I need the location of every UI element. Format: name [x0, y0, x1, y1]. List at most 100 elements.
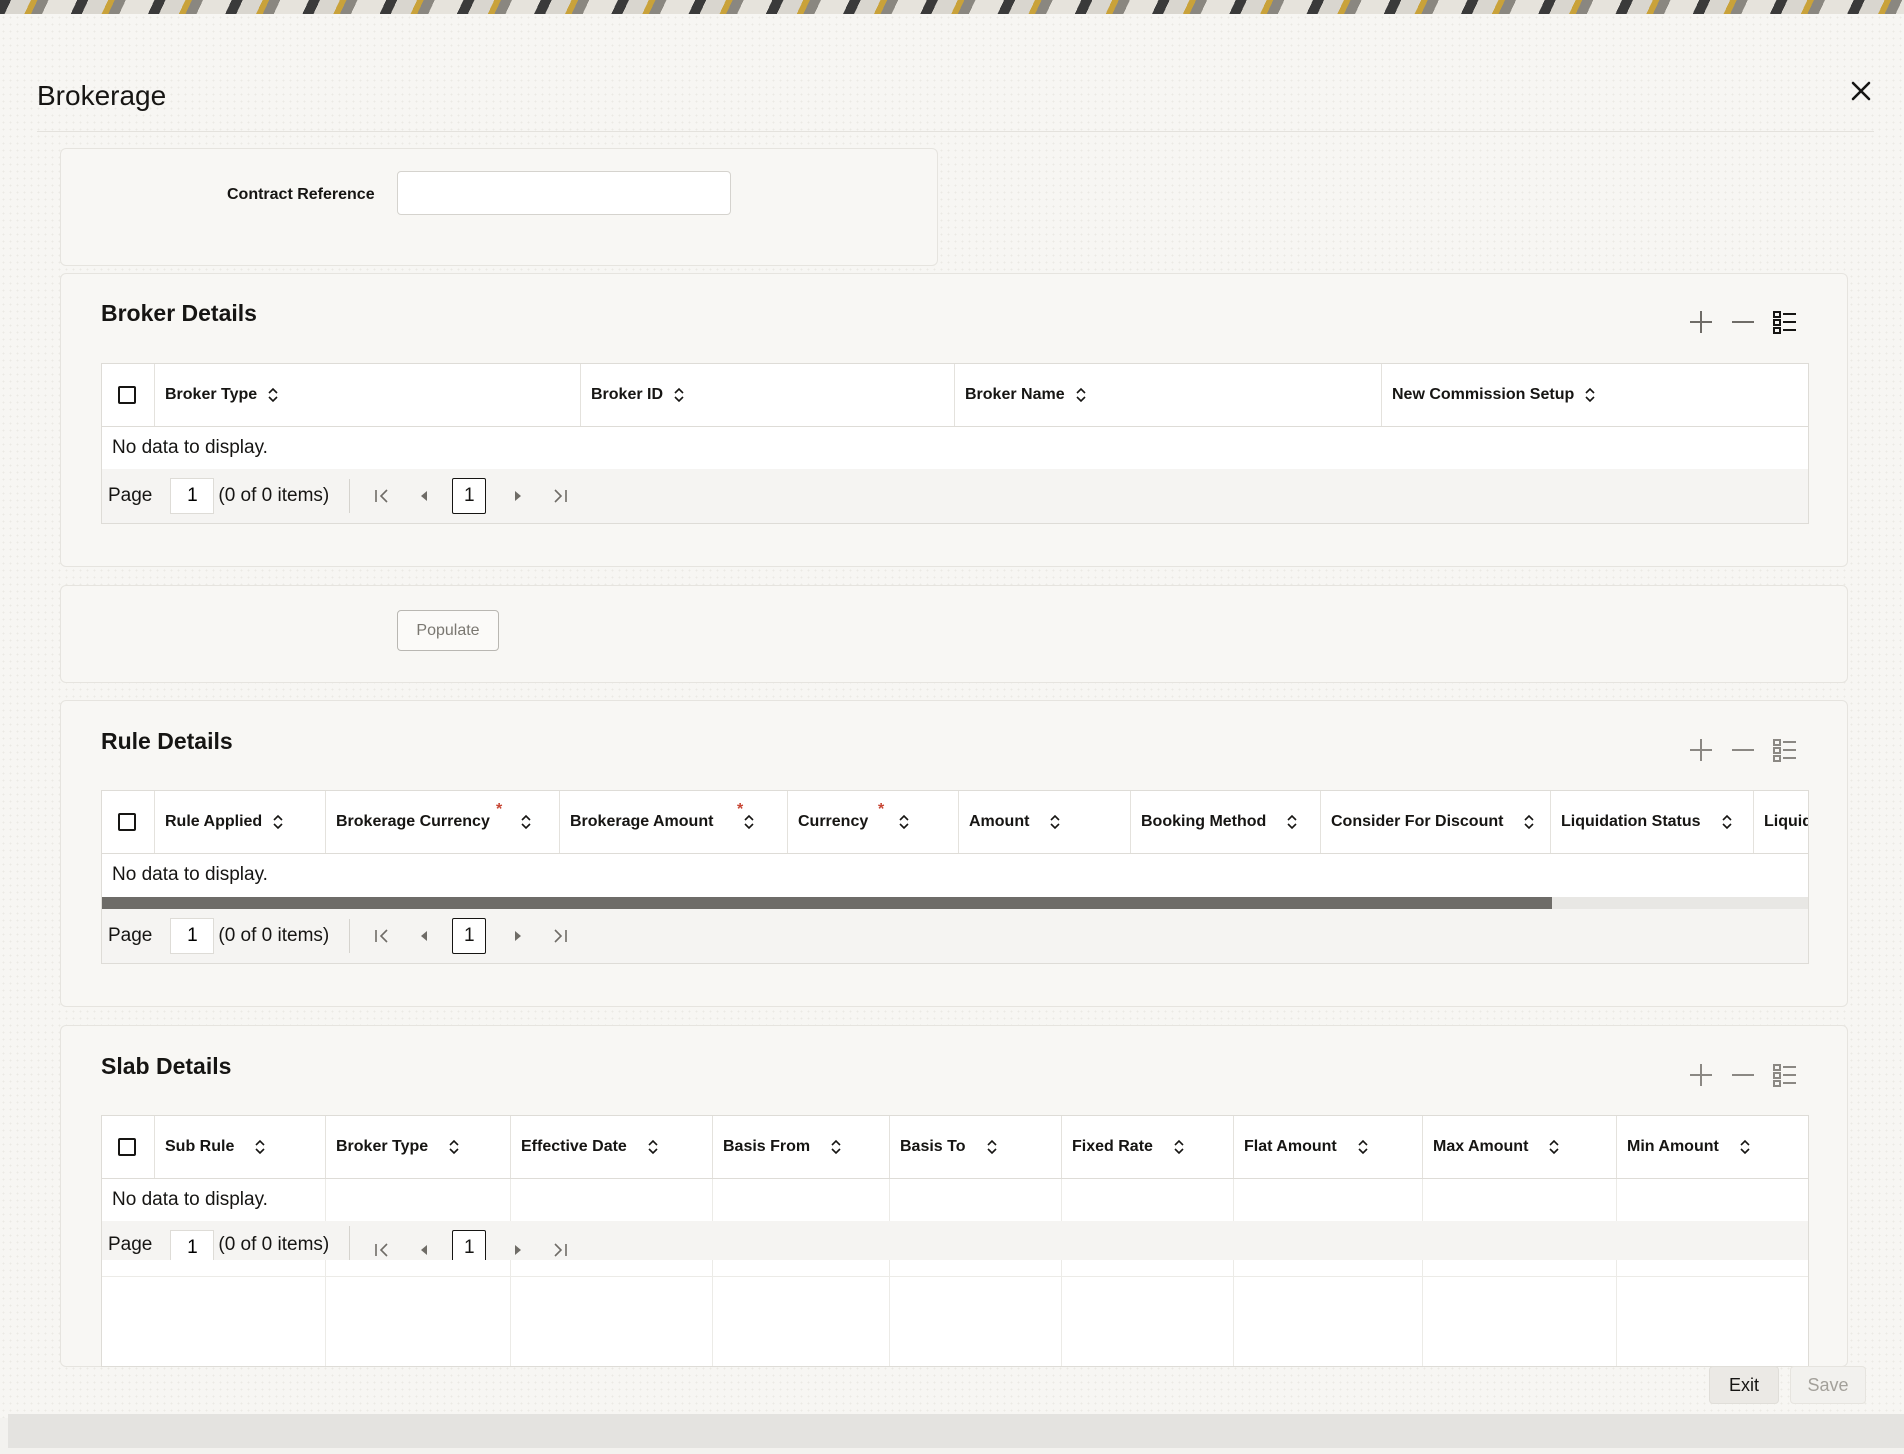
select-all-checkbox[interactable] — [118, 1138, 136, 1156]
sort-icon[interactable] — [1721, 813, 1733, 831]
save-button[interactable]: Save — [1790, 1366, 1866, 1404]
column-label: Rule Applied — [165, 813, 263, 830]
sort-icon[interactable] — [986, 1138, 998, 1156]
current-page[interactable]: 1 — [452, 918, 487, 954]
empty-message: No data to display. — [112, 437, 268, 458]
broker-details-table: Broker Type Broker ID Broker Name New Co… — [101, 363, 1809, 524]
first-page-icon[interactable] — [372, 1240, 392, 1260]
column-header-max-amount[interactable]: Max Amount — [1422, 1116, 1616, 1178]
column-header-broker-name[interactable]: Broker Name — [954, 364, 1381, 426]
column-header-broker-type[interactable]: Broker Type — [154, 364, 580, 426]
previous-page-icon[interactable] — [414, 486, 434, 506]
previous-page-icon[interactable] — [414, 926, 434, 946]
last-page-icon[interactable] — [550, 926, 570, 946]
sort-icon[interactable] — [254, 1138, 266, 1156]
sort-icon[interactable] — [520, 813, 532, 831]
column-label: Liquidation Status — [1561, 813, 1701, 830]
add-row-icon[interactable] — [1686, 1060, 1716, 1090]
sort-icon[interactable] — [1548, 1138, 1560, 1156]
scrollbar-thumb[interactable] — [102, 897, 1553, 909]
exit-button[interactable]: Exit — [1709, 1366, 1779, 1404]
sort-icon[interactable] — [267, 386, 279, 404]
slab-details-title: Slab Details — [101, 1053, 232, 1079]
sort-icon[interactable] — [673, 386, 685, 404]
add-row-icon[interactable] — [1686, 307, 1716, 337]
page-label: Page — [108, 1234, 153, 1255]
first-page-icon[interactable] — [372, 926, 392, 946]
current-page[interactable]: 1 — [452, 1230, 487, 1260]
column-header-basis-to[interactable]: Basis To — [889, 1116, 1061, 1178]
select-all-checkbox[interactable] — [118, 386, 136, 404]
populate-card — [60, 585, 1848, 683]
column-header-basis-from[interactable]: Basis From — [712, 1116, 889, 1178]
last-page-icon[interactable] — [550, 486, 570, 506]
column-label: Currency — [798, 813, 869, 830]
column-header-rule-applied[interactable]: Rule Applied — [154, 791, 325, 853]
next-page-icon[interactable] — [508, 926, 528, 946]
page-number-input[interactable] — [170, 918, 215, 954]
close-icon[interactable] — [1848, 80, 1874, 106]
column-header-broker-id[interactable]: Broker ID — [580, 364, 954, 426]
page-label: Page — [108, 925, 153, 946]
contract-reference-label: Contract Reference — [227, 186, 375, 203]
select-all-checkbox[interactable] — [118, 813, 136, 831]
delete-row-icon[interactable] — [1728, 735, 1758, 765]
table-header: Rule Applied Brokerage Currency * Broker… — [102, 791, 1808, 854]
sort-icon[interactable] — [1286, 813, 1298, 831]
column-header-amount[interactable]: Amount — [958, 791, 1130, 853]
first-page-icon[interactable] — [372, 486, 392, 506]
horizontal-scrollbar[interactable] — [102, 897, 1808, 909]
current-page[interactable]: 1 — [452, 478, 487, 514]
sort-icon[interactable] — [272, 813, 284, 831]
column-header-liquidation-status[interactable]: Liquidation Status — [1550, 791, 1753, 853]
single-record-view-icon[interactable] — [1770, 735, 1800, 765]
items-count: (0 of 0 items) — [218, 1234, 330, 1255]
column-label: Min Amount — [1627, 1138, 1719, 1155]
contract-reference-input[interactable] — [397, 171, 731, 215]
sort-icon[interactable] — [1584, 386, 1596, 404]
sort-icon[interactable] — [448, 1138, 460, 1156]
sort-icon[interactable] — [1739, 1138, 1751, 1156]
column-header-fixed-rate[interactable]: Fixed Rate — [1061, 1116, 1233, 1178]
next-page-icon[interactable] — [508, 486, 528, 506]
column-header-flat-amount[interactable]: Flat Amount — [1233, 1116, 1422, 1178]
column-header-sub-rule[interactable]: Sub Rule — [154, 1116, 325, 1178]
sort-icon[interactable] — [1075, 386, 1087, 404]
sort-icon[interactable] — [1523, 813, 1535, 831]
sort-icon[interactable] — [743, 813, 755, 831]
column-label: Basis To — [900, 1138, 966, 1155]
column-header-booking-method[interactable]: Booking Method — [1130, 791, 1320, 853]
next-page-icon[interactable] — [508, 1240, 528, 1260]
column-header-new-commission-setup[interactable]: New Commission Setup — [1381, 364, 1808, 426]
delete-row-icon[interactable] — [1728, 307, 1758, 337]
column-label: Amount — [969, 813, 1030, 830]
single-record-view-icon[interactable] — [1770, 307, 1800, 337]
sort-icon[interactable] — [1357, 1138, 1369, 1156]
column-header-brokerage-currency[interactable]: Brokerage Currency * — [325, 791, 559, 853]
add-row-icon[interactable] — [1686, 735, 1716, 765]
column-header-consider-for-discount[interactable]: Consider For Discount — [1320, 791, 1550, 853]
column-header-brokerage-amount[interactable]: Brokerage Amount * — [559, 791, 787, 853]
column-header-broker-type[interactable]: Broker Type — [325, 1116, 510, 1178]
sort-icon[interactable] — [1173, 1138, 1185, 1156]
column-header-effective-date[interactable]: Effective Date — [510, 1116, 712, 1178]
rule-details-table: Rule Applied Brokerage Currency * Broker… — [101, 790, 1809, 964]
sort-icon[interactable] — [647, 1138, 659, 1156]
column-header-liquid[interactable]: Liquid — [1753, 791, 1808, 853]
empty-message: No data to display. — [112, 864, 268, 885]
sort-icon[interactable] — [1049, 813, 1061, 831]
column-header-min-amount[interactable]: Min Amount — [1616, 1116, 1808, 1178]
populate-button[interactable]: Populate — [397, 610, 499, 651]
page-number-input[interactable] — [170, 478, 215, 514]
table-row-divider — [102, 1276, 1808, 1277]
delete-row-icon[interactable] — [1728, 1060, 1758, 1090]
column-header-currency[interactable]: Currency * — [787, 791, 958, 853]
pager-divider — [349, 479, 351, 513]
previous-page-icon[interactable] — [414, 1240, 434, 1260]
pager-divider — [349, 919, 351, 953]
last-page-icon[interactable] — [550, 1240, 570, 1260]
single-record-view-icon[interactable] — [1770, 1060, 1800, 1090]
sort-icon[interactable] — [898, 813, 910, 831]
page-number-input[interactable] — [170, 1230, 215, 1260]
sort-icon[interactable] — [830, 1138, 842, 1156]
